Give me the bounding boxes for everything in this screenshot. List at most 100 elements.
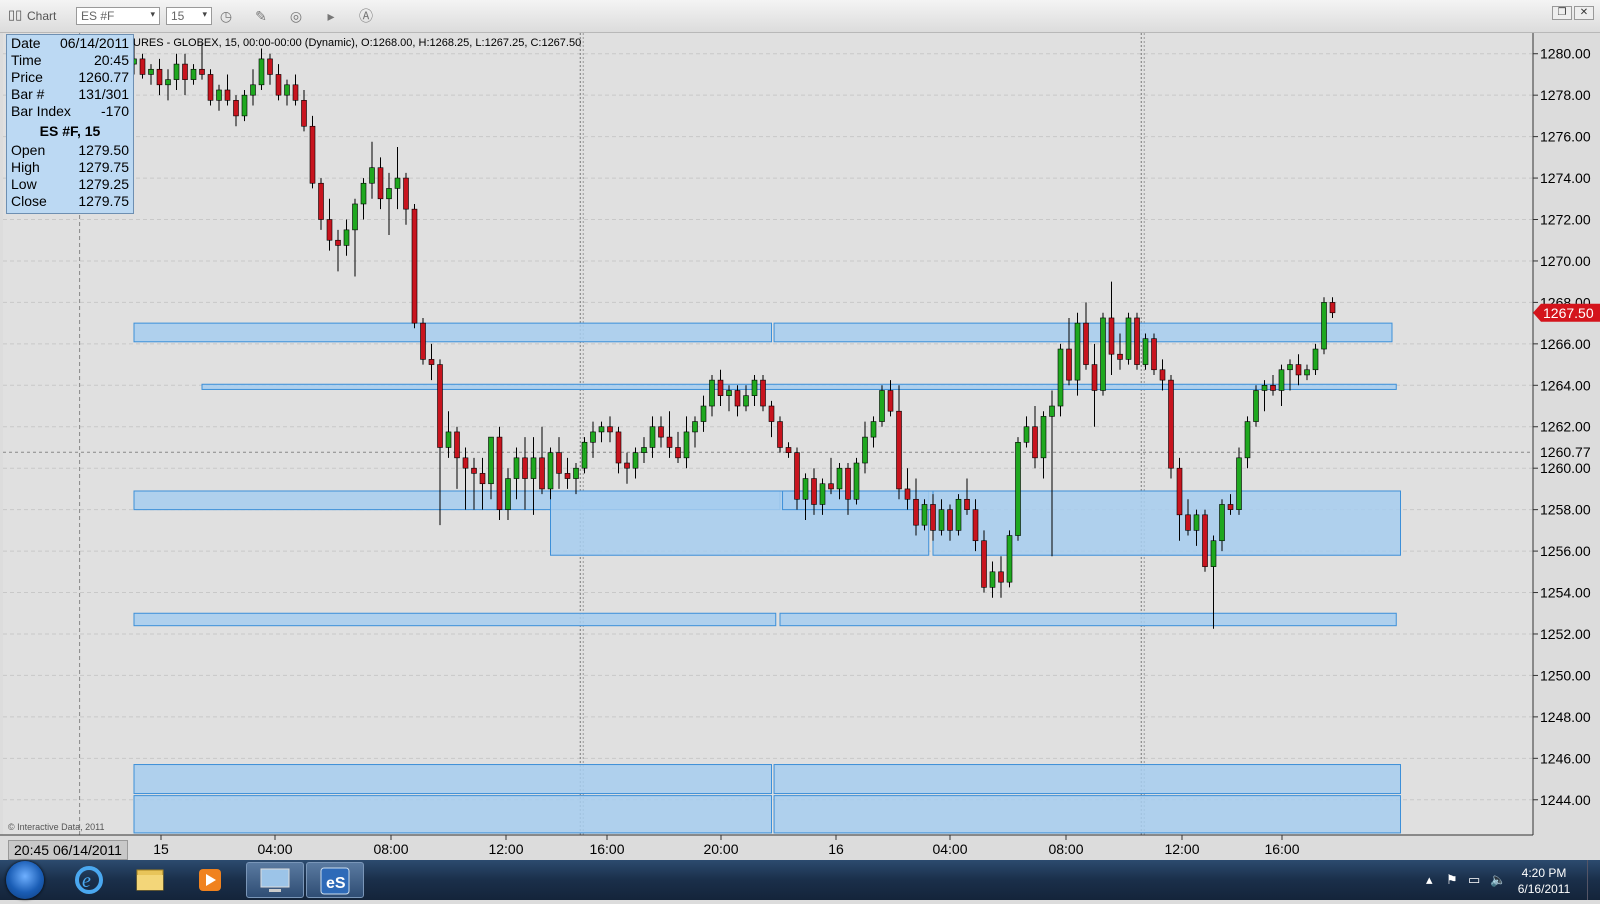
price-tick-label: 1246.00 xyxy=(1540,750,1591,766)
candle-body xyxy=(598,426,605,433)
data-window-row: Bar Index -170 xyxy=(7,103,133,120)
candle-body xyxy=(743,395,749,407)
candle-body xyxy=(879,390,885,422)
zone-rect xyxy=(133,612,777,627)
candle-body xyxy=(488,436,494,485)
candle-body xyxy=(887,390,894,412)
candle-body xyxy=(165,79,171,86)
candle-body xyxy=(700,405,707,422)
candle-body xyxy=(1049,405,1055,417)
price-axis: 1280.00 1278.00 1276.00 1274.00 1272.00 1270.… xyxy=(1532,33,1600,835)
data-window-value: 1279.25 xyxy=(78,176,129,192)
candle-body xyxy=(802,478,809,500)
candle-body xyxy=(1304,369,1310,376)
candle-body xyxy=(1261,384,1268,391)
time-axis: 15 04:00 08:00 12:00 16:00 20:00 16 04:00 08:00 1… xyxy=(0,834,1533,860)
time-tick-label: 12:00 xyxy=(488,841,523,857)
candle-body xyxy=(539,457,545,490)
data-window-label: Close xyxy=(11,193,47,209)
data-window-value: 1279.75 xyxy=(78,159,129,175)
price-tick-label: 1244.00 xyxy=(1540,792,1591,808)
candle-body xyxy=(148,68,154,75)
time-axis-bg xyxy=(0,835,1533,860)
candle-body xyxy=(1253,390,1259,422)
candle-body xyxy=(420,322,426,360)
candle-body xyxy=(1074,322,1081,381)
show-desktop-button[interactable] xyxy=(1587,860,1600,900)
candle-body xyxy=(777,421,783,448)
candle-body xyxy=(955,498,962,531)
candle-body xyxy=(428,359,435,365)
candle-body xyxy=(1219,504,1225,542)
candle-body xyxy=(394,177,401,189)
candle-body xyxy=(241,94,248,117)
candle-body xyxy=(683,431,690,459)
candle-body xyxy=(615,431,622,464)
media-player-icon[interactable] xyxy=(181,862,239,898)
system-tray: ▴ ⚑ ▭ 🔈 4:20 PM 6/16/2011 xyxy=(1410,860,1600,900)
candle-body xyxy=(819,483,826,505)
candle-body xyxy=(258,58,265,86)
network-computer-icon[interactable] xyxy=(246,862,304,898)
show-hidden-icons-icon[interactable]: ▴ xyxy=(1426,872,1433,888)
candle-body xyxy=(513,457,520,479)
candle-body xyxy=(590,431,596,443)
zone-rect xyxy=(932,490,1401,556)
candle-body xyxy=(284,84,290,96)
data-window-label: Open xyxy=(11,142,46,158)
price-tick-label: 1248.00 xyxy=(1540,709,1591,725)
zone-rect xyxy=(773,795,1401,834)
clock-date[interactable]: 6/16/2011 xyxy=(1510,882,1578,896)
candle-body xyxy=(811,478,817,505)
data-window-label: Bar Index xyxy=(11,103,71,119)
candle-body xyxy=(1270,384,1276,391)
candle-body xyxy=(139,58,146,75)
volume-icon[interactable]: 🔈 xyxy=(1490,872,1506,888)
data-window-value: 1260.77 xyxy=(78,69,129,85)
windows-start-orb[interactable] xyxy=(6,861,44,899)
candle-body xyxy=(454,431,460,459)
time-tick-label: 20:00 xyxy=(703,841,738,857)
candle-body xyxy=(437,364,443,448)
network-icon[interactable]: ▭ xyxy=(1468,872,1480,888)
candle-body xyxy=(1295,364,1302,376)
time-tick-label: 04:00 xyxy=(257,841,292,857)
candle-body xyxy=(1100,317,1106,391)
price-tick-label: 1270.00 xyxy=(1540,253,1591,269)
cursor-price-label: 1260.77 xyxy=(1540,444,1591,460)
candle-body xyxy=(352,203,358,231)
candle-body xyxy=(496,436,503,510)
price-chart[interactable]: 1280.00 1278.00 1276.00 1274.00 1272.00 1270.… xyxy=(0,0,1600,860)
action-center-flag-icon[interactable]: ⚑ xyxy=(1446,872,1458,888)
candle-body xyxy=(581,441,588,469)
data-window-row: Close 1279.75 xyxy=(7,193,133,210)
data-window-label: Bar # xyxy=(11,86,45,102)
candle-body xyxy=(904,488,911,500)
internet-explorer-icon[interactable]: e xyxy=(60,862,118,898)
cursor-datetime-label: 20:45 06/14/2011 xyxy=(8,840,128,860)
candle-body xyxy=(607,426,613,433)
candle-body xyxy=(445,431,452,448)
candle-body xyxy=(173,63,180,80)
clock-time[interactable]: 4:20 PM xyxy=(1514,866,1574,880)
data-window-row: Open 1279.50 xyxy=(7,142,133,159)
candle-body xyxy=(335,239,341,246)
candle-body xyxy=(556,452,562,474)
file-explorer-icon[interactable] xyxy=(121,862,179,898)
es-app-icon[interactable]: eS xyxy=(306,862,364,898)
candle-body xyxy=(1244,421,1251,459)
candle-body xyxy=(1193,514,1200,531)
time-tick-label: 16 xyxy=(828,841,844,857)
last-price-label: 1267.50 xyxy=(1543,305,1594,321)
candle-body xyxy=(156,68,163,86)
candle-body xyxy=(224,89,231,101)
data-window-value: 131/301 xyxy=(78,86,129,102)
data-window-value: 20:45 xyxy=(93,52,129,68)
candle-body xyxy=(1185,514,1191,531)
price-tick-label: 1274.00 xyxy=(1540,170,1591,186)
price-tick-label: 1258.00 xyxy=(1540,502,1591,518)
candle-body xyxy=(326,219,333,241)
candle-body xyxy=(930,504,936,531)
price-tick-label: 1256.00 xyxy=(1540,543,1591,559)
candle-body xyxy=(1227,504,1234,510)
